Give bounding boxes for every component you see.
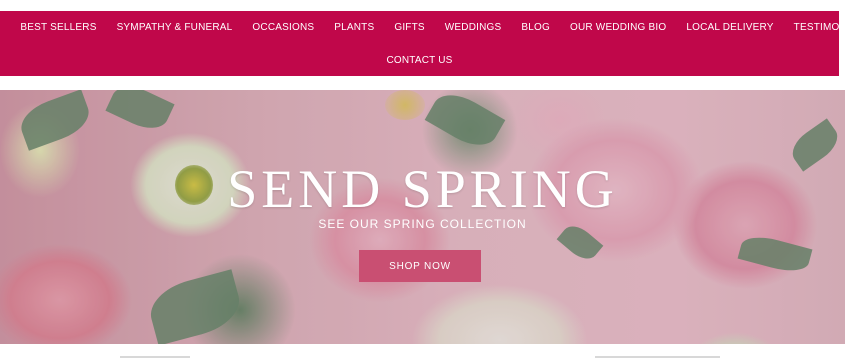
nav-item-contact-us[interactable]: CONTACT US xyxy=(376,55,462,66)
nav-row-primary: HOME BEST SELLERS SYMPATHY & FUNERAL OCC… xyxy=(0,12,845,42)
nav-item-local-delivery[interactable]: LOCAL DELIVERY xyxy=(676,22,783,33)
top-strip xyxy=(0,0,845,11)
flower-center xyxy=(385,90,425,120)
leaf-decoration xyxy=(105,90,175,137)
nav-item-blog[interactable]: BLOG xyxy=(511,22,560,33)
bottom-strip xyxy=(0,344,845,361)
leaf-decoration xyxy=(737,231,813,277)
nav-item-plants[interactable]: PLANTS xyxy=(324,22,384,33)
leaf-decoration xyxy=(15,90,95,151)
nav-item-testimonials[interactable]: TESTIMONIALS xyxy=(784,22,845,33)
hero-title: SEND SPRING xyxy=(227,159,618,219)
nav-item-weddings[interactable]: WEDDINGS xyxy=(435,22,512,33)
nav-item-sympathy-funeral[interactable]: SYMPATHY & FUNERAL xyxy=(107,22,243,33)
nav-gap xyxy=(0,76,845,90)
main-navigation: HOME BEST SELLERS SYMPATHY & FUNERAL OCC… xyxy=(0,11,845,76)
nav-row-secondary: CONTACT US xyxy=(0,45,839,75)
hero-banner[interactable]: SEND SPRING SEE OUR SPRING COLLECTION SH… xyxy=(0,90,845,344)
divider xyxy=(595,356,720,358)
shop-now-button[interactable]: SHOP NOW xyxy=(359,250,481,282)
leaf-decoration xyxy=(144,269,246,344)
nav-item-gifts[interactable]: GIFTS xyxy=(384,22,434,33)
nav-item-occasions[interactable]: OCCASIONS xyxy=(242,22,324,33)
hero-subtitle: SEE OUR SPRING COLLECTION xyxy=(318,217,527,231)
divider xyxy=(120,356,190,358)
nav-item-our-wedding-bio[interactable]: OUR WEDDING BIO xyxy=(560,22,676,33)
nav-item-best-sellers[interactable]: BEST SELLERS xyxy=(10,22,106,33)
leaf-decoration xyxy=(424,90,506,155)
nav-item-home[interactable]: HOME xyxy=(0,22,10,33)
